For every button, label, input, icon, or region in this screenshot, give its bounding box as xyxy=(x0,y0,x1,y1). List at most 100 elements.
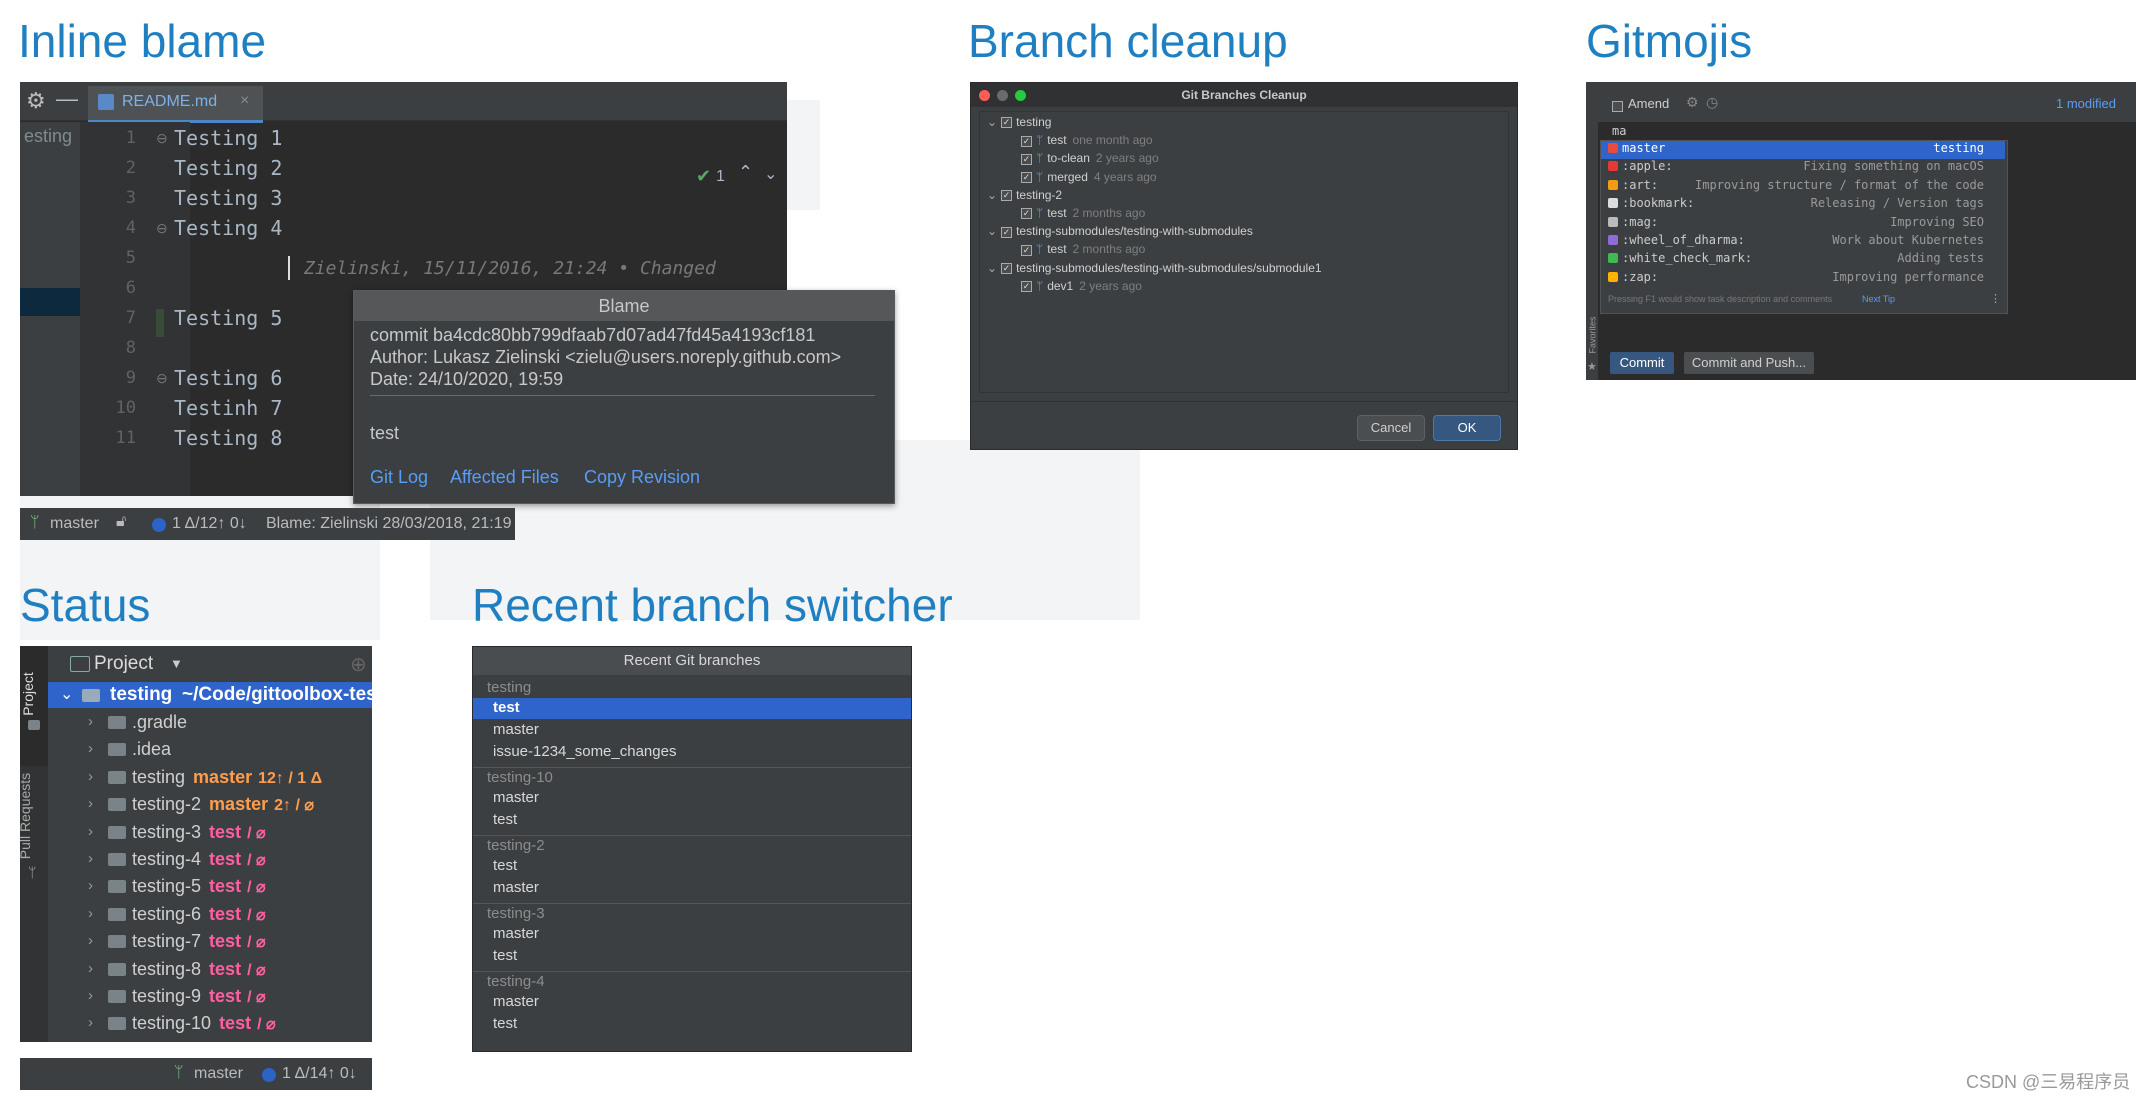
tree-row[interactable]: testing-2 master 2↑ / ⌀ xyxy=(108,794,314,821)
code-line[interactable]: Testinh 7 xyxy=(174,396,282,420)
cancel-button[interactable]: Cancel xyxy=(1357,415,1425,441)
tree-row[interactable]: ✓ ᛘ test one month ago xyxy=(1021,133,1153,147)
branch-item[interactable]: master xyxy=(493,993,539,1010)
branch-item[interactable]: test xyxy=(493,1015,517,1032)
gitmoji-item[interactable]: :bookmark: Releasing / Version tags xyxy=(1608,196,1992,214)
tree-row[interactable]: testing-4 test / ⌀ xyxy=(108,849,266,876)
tree-row[interactable]: ⌄ ✓ testing-submodules/testing-with-submod… xyxy=(987,224,1253,238)
branch-item[interactable]: test xyxy=(493,857,517,874)
branch-item[interactable]: issue-1234_some_changes xyxy=(493,743,676,760)
modified-count[interactable]: 1 modified xyxy=(2056,96,2116,111)
chevron-right-icon[interactable]: › xyxy=(88,740,93,757)
chevron-right-icon[interactable]: › xyxy=(88,960,93,977)
maximize-window-icon[interactable] xyxy=(1015,90,1026,101)
commit-message-input[interactable]: ma xyxy=(1612,124,1626,138)
code-line[interactable]: Testing 3 xyxy=(174,186,282,210)
settings-icon[interactable]: ⚙ xyxy=(1686,94,1699,111)
branch-item[interactable]: test xyxy=(493,699,520,716)
next-tip-link[interactable]: Next Tip xyxy=(1862,294,1895,304)
checkbox[interactable]: ✓ xyxy=(1021,171,1032,183)
chevron-right-icon[interactable]: › xyxy=(88,1014,93,1031)
fold-marker-icon[interactable]: ⊖ xyxy=(156,130,168,147)
code-line[interactable]: Testing 2 xyxy=(174,156,282,180)
checkbox[interactable]: ✓ xyxy=(1021,208,1032,220)
chevron-right-icon[interactable]: › xyxy=(88,932,93,949)
checkbox[interactable]: ✓ xyxy=(1001,226,1013,238)
branch-item[interactable]: test xyxy=(493,811,517,828)
chevron-down-icon[interactable]: ⌄ xyxy=(764,164,777,184)
gitmoji-item[interactable]: master testing xyxy=(1608,141,1992,159)
gitmoji-item[interactable]: :zap: Improving performance xyxy=(1608,270,1992,288)
tree-row[interactable]: ✓ ᛘ test 2 months ago xyxy=(1021,206,1145,220)
chevron-right-icon[interactable]: › xyxy=(88,877,93,894)
tree-row[interactable]: ✓ ᛘ dev1 2 years ago xyxy=(1021,279,1142,293)
tree-row[interactable]: ⌄ ✓ testing xyxy=(987,115,1051,129)
tree-row[interactable]: .idea xyxy=(108,739,171,766)
tree-row[interactable]: .gradle xyxy=(108,712,187,739)
chevron-down-icon[interactable]: ⌄ xyxy=(60,684,73,704)
tree-row[interactable]: testing-7 test / ⌀ xyxy=(108,931,266,958)
fold-marker-icon[interactable]: ⊖ xyxy=(156,220,168,237)
minimize-icon[interactable]: — xyxy=(56,86,78,112)
chevron-up-icon[interactable]: ⌃ xyxy=(738,162,753,183)
branch-item[interactable]: master xyxy=(493,879,539,896)
chevron-down-icon[interactable]: ⌄ xyxy=(987,115,997,129)
chevron-right-icon[interactable]: › xyxy=(88,768,93,785)
tree-row[interactable]: ⌄ ✓ testing-submodules/testing-with-submod… xyxy=(987,261,1322,275)
tree-row[interactable]: testing-6 test / ⌀ xyxy=(108,904,266,931)
inspection-ok-icon[interactable]: ✔ xyxy=(696,166,711,187)
tree-row[interactable]: ✓ ᛘ test 2 months ago xyxy=(1021,242,1145,256)
status-branch[interactable]: master xyxy=(50,515,99,533)
branch-item[interactable]: master xyxy=(493,789,539,806)
minimize-window-icon[interactable] xyxy=(997,90,1008,101)
tree-row[interactable]: ⌄ ✓ testing-2 xyxy=(987,188,1062,202)
checkbox[interactable]: ✓ xyxy=(1021,281,1032,293)
checkbox[interactable]: ✓ xyxy=(1001,262,1013,274)
code-line[interactable]: Testing 5 xyxy=(174,306,282,330)
chevron-right-icon[interactable]: › xyxy=(88,850,93,867)
status-blame[interactable]: Blame: Zielinski 28/03/2018, 21:19 xyxy=(266,515,511,533)
status-counts[interactable]: 1 Δ/14↑ 0↓ xyxy=(282,1065,357,1083)
tree-row[interactable]: testing-8 test / ⌀ xyxy=(108,959,266,986)
code-line[interactable]: Testing 4 xyxy=(174,216,282,240)
tree-row[interactable]: testing-10 test / ⌀ xyxy=(108,1013,276,1040)
dropdown-icon[interactable]: ▼ xyxy=(170,656,183,671)
gitmoji-item[interactable]: :apple: Fixing something on macOS xyxy=(1608,159,1992,177)
side-tab-pull-requests[interactable]: Pull Requests xyxy=(20,773,33,859)
tree-row[interactable]: testing-5 test / ⌀ xyxy=(108,876,266,903)
branch-item[interactable]: test xyxy=(493,947,517,964)
close-icon[interactable]: × xyxy=(240,92,249,110)
checkbox[interactable]: ✓ xyxy=(1021,135,1032,147)
chevron-right-icon[interactable]: › xyxy=(88,905,93,922)
code-line[interactable]: Testing 1 xyxy=(174,126,282,150)
branch-item[interactable]: master xyxy=(493,721,539,738)
checkbox[interactable]: ✓ xyxy=(1001,190,1013,202)
close-window-icon[interactable] xyxy=(979,90,990,101)
chevron-down-icon[interactable]: ⌄ xyxy=(987,224,997,238)
ok-button[interactable]: OK xyxy=(1433,415,1501,441)
lock-icon[interactable]: 🔓︎ xyxy=(116,513,126,531)
favorites-label[interactable]: Favorites xyxy=(1588,316,1598,353)
tree-row[interactable]: ✓ ᛘ to-clean 2 years ago xyxy=(1021,151,1159,165)
tab-readme[interactable]: README.md × xyxy=(88,86,263,123)
git-log-link[interactable]: Git Log xyxy=(370,467,428,488)
chevron-right-icon[interactable]: › xyxy=(88,823,93,840)
history-icon[interactable]: ◷ xyxy=(1706,94,1718,111)
gitmoji-item[interactable]: :mag: Improving SEO xyxy=(1608,215,1992,233)
amend-checkbox[interactable] xyxy=(1612,98,1627,116)
tree-row[interactable]: testing-9 test / ⌀ xyxy=(108,986,266,1013)
checkbox[interactable]: ✓ xyxy=(1001,117,1013,129)
commit-and-push-button[interactable]: Commit and Push... xyxy=(1684,352,1814,374)
chevron-down-icon[interactable]: ⌄ xyxy=(987,188,997,202)
checkbox[interactable]: ✓ xyxy=(1021,244,1032,256)
status-branch[interactable]: master xyxy=(194,1065,243,1083)
tree-row[interactable]: testing master 12↑ / 1 Δ xyxy=(108,767,322,794)
code-line[interactable]: Testing 6 xyxy=(174,366,282,390)
gitmoji-item[interactable]: :art: Improving structure / format of the… xyxy=(1608,178,1992,196)
more-icon[interactable]: ⋮ xyxy=(1990,292,2001,305)
gitmoji-item[interactable]: :white_check_mark: Adding tests xyxy=(1608,251,1992,269)
checkbox[interactable]: ✓ xyxy=(1021,153,1032,165)
gitmoji-item[interactable]: :wheel_of_dharma: Work about Kubernetes xyxy=(1608,233,1992,251)
chevron-right-icon[interactable]: › xyxy=(88,987,93,1004)
chevron-down-icon[interactable]: ⌄ xyxy=(987,261,997,275)
